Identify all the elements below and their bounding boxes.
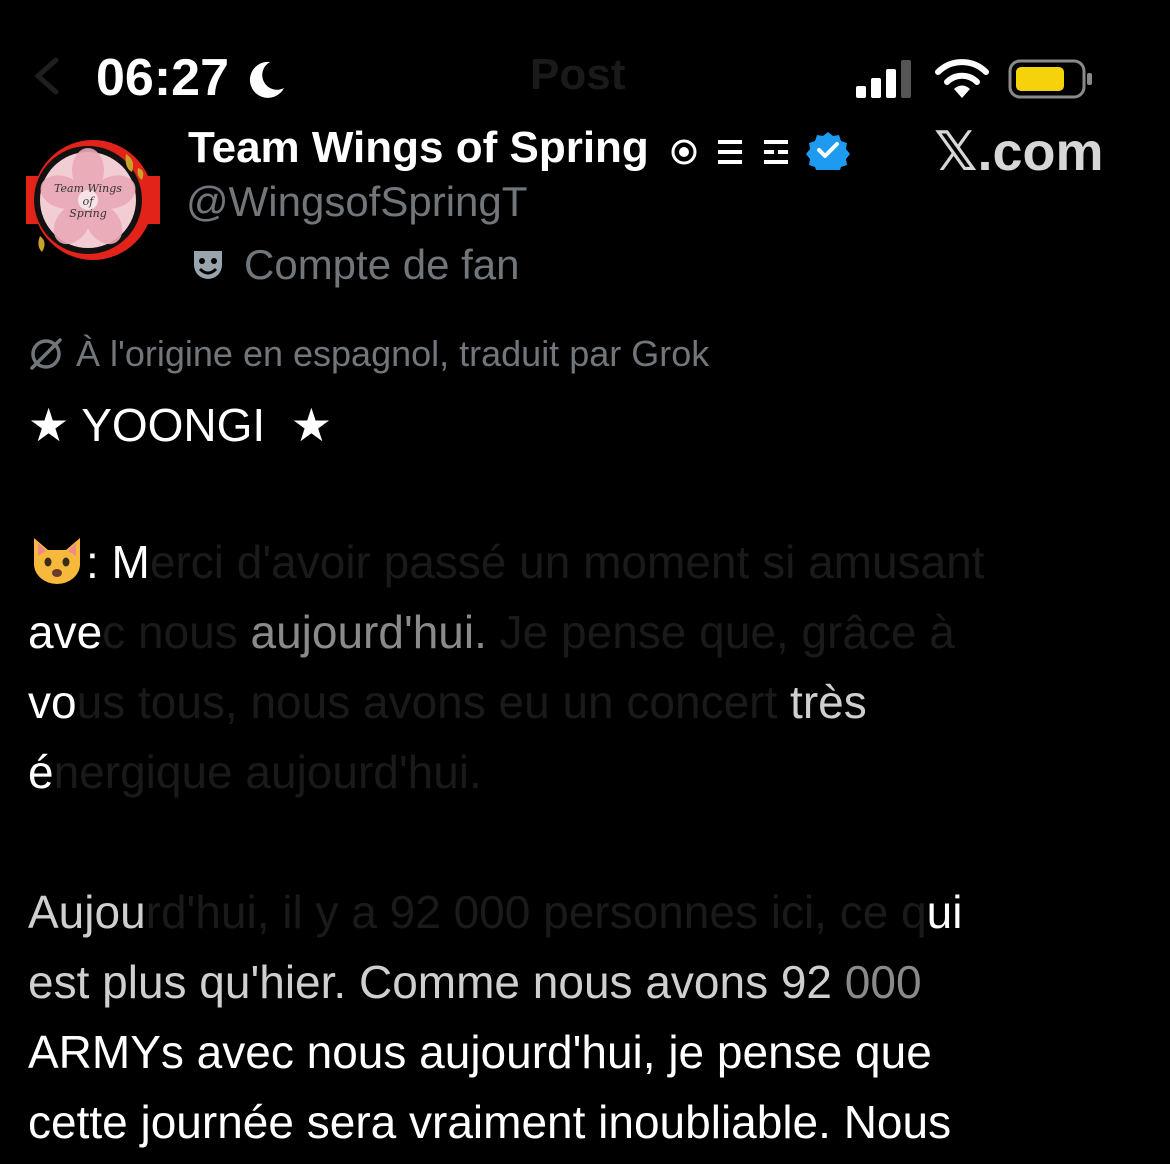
- trigram-icon: [764, 140, 788, 164]
- post-paragraph-2-line-4: cette journée sera vraiment inoubliable.…: [28, 1096, 952, 1148]
- theater-masks-icon: [194, 251, 222, 279]
- back-arrow-icon[interactable]: [28, 54, 72, 98]
- wifi-icon: [935, 59, 989, 98]
- post-heading: ★ YOONGI ★: [28, 399, 333, 451]
- bullseye-icon: [671, 139, 697, 165]
- battery-icon: [1008, 59, 1092, 99]
- name-badges: [671, 132, 850, 170]
- translation-note-row[interactable]: À l'origine en espagnol, traduit par Gro…: [26, 330, 709, 378]
- svg-text:Team Wings: Team Wings: [54, 182, 122, 195]
- cellular-signal-icon: [856, 60, 911, 98]
- fan-label-text: Compte de fan: [244, 241, 520, 288]
- post-paragraph-2-line-3: ARMYs avec nous aujourd'hui, je pense qu…: [28, 1026, 932, 1078]
- post-paragraph-1-line-2: avec nous aujourd'hui. Je pense que, grâ…: [28, 606, 955, 658]
- post-paragraph-1-line-3: vous tous, nous avons eu un concert très: [28, 676, 867, 728]
- svg-text:Spring: Spring: [69, 207, 106, 220]
- fan-account-label: Compte de fan: [190, 240, 520, 290]
- translate-icon: [30, 338, 62, 370]
- flag-stripes-icon: [718, 140, 742, 164]
- post-paragraph-2-line-2: est plus qu'hier. Comme nous avons 92 00…: [28, 956, 922, 1008]
- nav-title: Post: [530, 50, 626, 99]
- moon-icon: [249, 61, 284, 98]
- post-paragraph-1-line-1: : Merci d'avoir passé un moment si amusa…: [28, 532, 985, 592]
- status-time: 06:27: [96, 49, 229, 107]
- cat-face-icon: [34, 538, 80, 584]
- avatar[interactable]: Team Wings of Spring: [26, 140, 160, 260]
- translation-note: À l'origine en espagnol, traduit par Gro…: [76, 333, 710, 374]
- verified-badge-icon: [806, 132, 850, 170]
- display-name[interactable]: Team Wings of Spring: [188, 120, 649, 176]
- post-paragraph-2-line-1: Aujourd'hui, il y a 92 000 personnes ici…: [28, 886, 963, 938]
- post-paragraph-1-line-4: énergique aujourd'hui.: [28, 746, 482, 798]
- display-name-text: Team Wings of Spring: [188, 123, 649, 172]
- user-handle[interactable]: @WingsofSpringT: [186, 178, 527, 226]
- x-com-watermark: 𝕏.com: [934, 122, 1104, 182]
